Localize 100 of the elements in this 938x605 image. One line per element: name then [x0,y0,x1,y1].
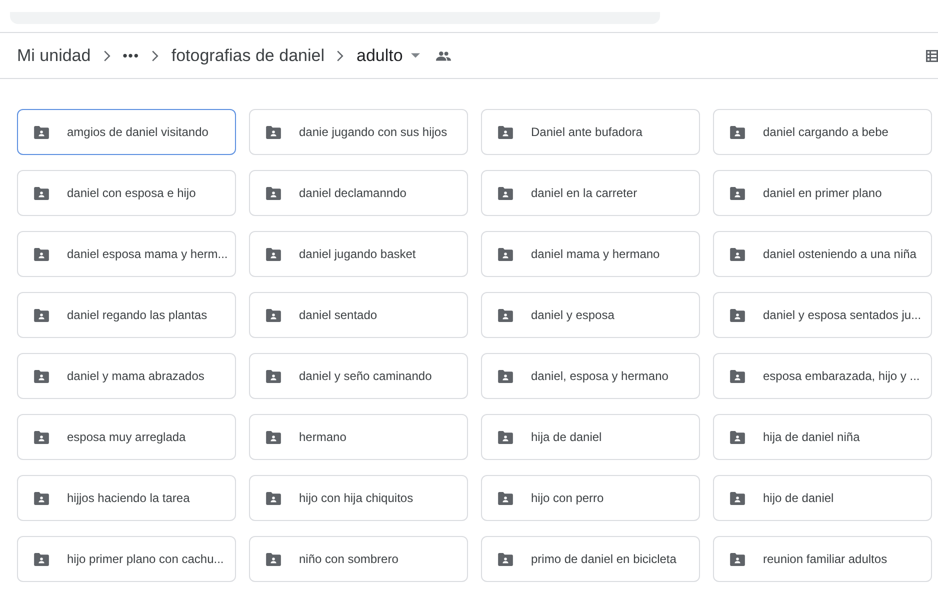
folder-card[interactable]: amgios de daniel visitando [17,109,236,155]
folder-card[interactable]: niño con sombrero [249,536,468,582]
more-breadcrumb-button[interactable]: ••• [122,48,140,63]
shared-folder-icon [266,430,281,444]
shared-folder-icon [498,430,513,444]
folder-name: Daniel ante bufadora [531,125,642,139]
shared-folder-icon [34,126,49,138]
folder-name: daniel y mama abrazados [67,369,204,383]
shared-folder-icon [498,552,513,566]
shared-folder-icon [34,186,49,200]
folder-card[interactable]: hija de daniel [481,414,700,460]
folder-card[interactable]: reunion familiar adultos [713,536,932,582]
folder-name: daniel regando las plantas [67,308,208,322]
folder-name: daniel en primer plano [763,186,882,200]
shared-folder-icon [266,186,281,200]
folder-name: daniel y seño caminando [299,369,432,383]
folder-card[interactable]: daniel esposa mama y herm... [17,231,236,277]
folder-name: amgios de daniel visitando [67,125,208,139]
shared-folder-icon [730,126,745,138]
folder-card[interactable]: hijo con hija chiquitos [249,475,468,521]
folder-card[interactable]: daniel osteniendo a una niña [713,231,932,277]
folder-card[interactable]: esposa muy arreglada [17,414,236,460]
shared-folder-icon [498,248,513,260]
folder-name: daniel cargando a bebe [763,125,888,139]
current-folder[interactable]: adulto [356,46,403,66]
shared-folder-icon [498,186,513,200]
folder-name: daniel en la carreter [531,186,638,200]
folder-name: daniel esposa mama y herm... [67,247,228,261]
folder-card[interactable]: Daniel ante bufadora [481,109,700,155]
shared-folder-icon [34,552,49,566]
folder-name: daniel declamanndo [299,186,406,200]
folder-card[interactable]: daniel y esposa sentados ju... [713,292,932,338]
shared-folder-icon [730,186,745,200]
shared-folder-icon [34,492,49,504]
folder-name: reunion familiar adultos [763,552,888,566]
shared-people-icon [436,50,451,60]
shared-folder-icon [266,492,281,504]
folder-card[interactable]: daniel declamanndo [249,170,468,216]
shared-folder-icon [498,126,513,138]
folder-name: esposa embarazada, hijo y ... [763,369,920,383]
folder-card[interactable]: hermano [249,414,468,460]
shared-folder-icon [498,492,513,504]
shared-folder-icon [266,248,281,260]
shared-folder-icon [498,308,513,322]
shared-folder-icon [730,370,745,382]
folder-card[interactable]: daniel jugando basket [249,231,468,277]
shared-folder-icon [498,370,513,382]
folder-card[interactable]: daniel en la carreter [481,170,700,216]
shared-folder-icon [34,370,49,382]
folder-card[interactable]: daniel y esposa [481,292,700,338]
shared-folder-icon [266,126,281,138]
folder-name: hijo con hija chiquitos [299,491,414,505]
folder-name: daniel con esposa e hijo [67,186,196,200]
folder-name: hijo con perro [531,491,604,505]
folder-card[interactable]: daniel con esposa e hijo [17,170,236,216]
folder-card[interactable]: daniel cargando a bebe [713,109,932,155]
caret-icon[interactable] [410,53,420,58]
folder-name: daniel mama y hermano [531,247,660,261]
folder-card[interactable]: daniel y seño caminando [249,353,468,399]
folder-name: hijo primer plano con cachu... [67,552,224,566]
shared-folder-icon [730,492,745,504]
folder-card[interactable]: daniel, esposa y hermano [481,353,700,399]
folder-card[interactable]: esposa embarazada, hijo y ... [713,353,932,399]
shared-folder-icon [266,370,281,382]
folder-name: hijjos haciendo la tarea [67,491,190,505]
shared-folder-icon [730,248,745,260]
shared-folder-icon [266,552,281,566]
folder-name: esposa muy arreglada [67,430,186,444]
shared-folder-icon [730,430,745,444]
folder-card[interactable]: daniel regando las plantas [17,292,236,338]
folder-card[interactable]: primo de daniel en bicicleta [481,536,700,582]
folder-card[interactable]: daniel sentado [249,292,468,338]
folder-card[interactable]: daniel en primer plano [713,170,932,216]
shared-folder-icon [34,308,49,322]
folder-card[interactable]: hijo primer plano con cachu... [17,536,236,582]
folder-card[interactable]: daniel mama y hermano [481,231,700,277]
shared-folder-icon [730,552,745,566]
folder-name: daniel y esposa [531,308,614,322]
chevron-icon [102,50,111,62]
list-view-icon[interactable] [926,50,938,62]
folder-card[interactable]: hijo con perro [481,475,700,521]
chevron-icon [336,50,344,62]
folder-card[interactable]: hijo de daniel [713,475,932,521]
folder-card[interactable]: hija de daniel niña [713,414,932,460]
folder-name: niño con sombrero [299,552,398,566]
folder-name: danie jugando con sus hijos [299,125,448,139]
breadcrumb-link[interactable]: Mi unidad [17,46,91,66]
shared-folder-icon [730,308,745,322]
folder-card[interactable]: hijjos haciendo la tarea [17,475,236,521]
breadcrumb-link[interactable]: fotografias de daniel [171,46,324,66]
folder-card[interactable]: daniel y mama abrazados [17,353,236,399]
folder-card[interactable]: danie jugando con sus hijos [249,109,468,155]
folder-name: hija de daniel [531,430,602,444]
shared-folder-icon [34,248,49,260]
folder-name: hijo de daniel [763,491,834,505]
shared-folder-icon [266,308,281,322]
folder-name: hermano [299,430,346,444]
folder-name: daniel, esposa y hermano [531,369,668,383]
chevron-icon [151,50,160,62]
folder-name: daniel sentado [299,308,378,322]
